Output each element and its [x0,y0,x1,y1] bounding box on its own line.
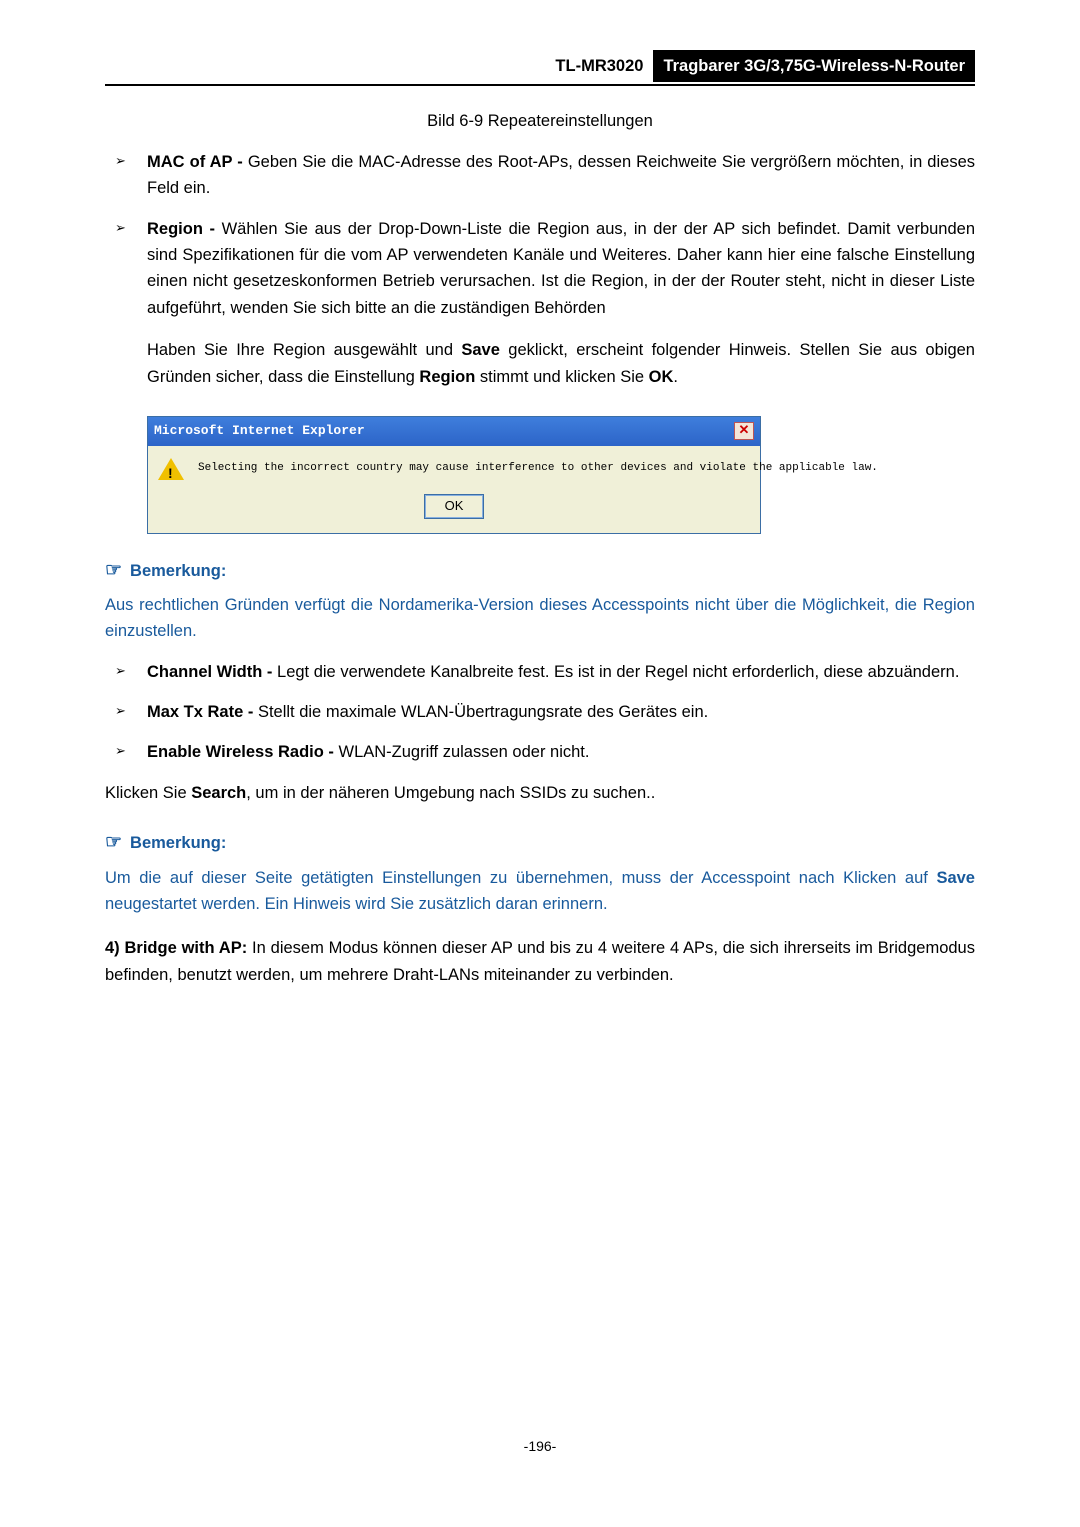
bold-text: Save [461,341,500,359]
bold-text: Save [936,869,975,887]
bold-text: Search [191,784,246,802]
bullet-list-top: MAC of AP - Geben Sie die MAC-Adresse de… [105,149,975,390]
bold-text: Region [419,368,475,386]
dialog-footer: OK [148,486,760,533]
note-heading: ☞ Bemerkung: [105,556,975,586]
header-title: Tragbarer 3G/3,75G-Wireless-N-Router [653,50,975,82]
page-number: -196- [0,1435,1080,1457]
list-item: MAC of AP - Geben Sie die MAC-Adresse de… [105,149,975,202]
hand-icon: ☞ [105,560,122,581]
item-number: 4) [105,939,120,957]
item-text: Legt die verwendete Kanalbreite fest. Es… [277,663,959,681]
item-text: Geben Sie die MAC-Adresse des Root-APs, … [147,153,975,197]
item-text: Wählen Sie aus der Drop-Down-Liste die R… [147,220,975,317]
item-label: Bridge with AP: [120,939,248,957]
item-text: Stellt die maximale WLAN-Übertragungsrat… [258,703,708,721]
item-label: Channel Width - [147,663,277,681]
numbered-item: 4) Bridge with AP: In diesem Modus könne… [105,935,975,988]
list-item: Region - Wählen Sie aus der Drop-Down-Li… [105,216,975,322]
dialog-body: Selecting the incorrect country may caus… [148,446,760,486]
bold-text: OK [649,368,674,386]
text: , um in der näheren Umgebung nach SSIDs … [246,784,655,802]
item-label: Max Tx Rate - [147,703,258,721]
text: Um die auf dieser Seite getätigten Einst… [105,869,936,887]
note-body: Aus rechtlichen Gründen verfügt die Nord… [105,592,975,645]
list-item: Max Tx Rate - Stellt die maximale WLAN-Ü… [105,699,975,725]
dialog-title: Microsoft Internet Explorer [154,421,365,442]
text: neugestartet werden. Ein Hinweis wird Si… [105,895,608,913]
bullet-list-mid: Channel Width - Legt die verwendete Kana… [105,659,975,766]
dialog-message: Selecting the incorrect country may caus… [198,460,878,478]
item-text: WLAN-Zugriff zulassen oder nicht. [339,743,590,761]
list-item: Enable Wireless Radio - WLAN-Zugriff zul… [105,739,975,765]
item-subtext: Haben Sie Ihre Region ausgewählt und Sav… [105,337,975,390]
note-heading: ☞ Bemerkung: [105,828,975,858]
warning-icon [158,458,184,480]
note-label: Bemerkung: [130,834,226,852]
dialog-titlebar: Microsoft Internet Explorer ✕ [148,417,760,446]
page-header: TL-MR3020Tragbarer 3G/3,75G-Wireless-N-R… [105,50,975,86]
close-icon[interactable]: ✕ [734,422,754,440]
note-body: Um die auf dieser Seite getätigten Einst… [105,865,975,918]
text: stimmt und klicken Sie [475,368,648,386]
ok-button[interactable]: OK [424,494,485,519]
figure-caption: Bild 6-9 Repeatereinstellungen [105,108,975,134]
text: Klicken Sie [105,784,191,802]
text: . [673,368,678,386]
header-model: TL-MR3020 [549,51,649,81]
item-label: Region - [147,220,222,238]
paragraph: Klicken Sie Search, um in der näheren Um… [105,780,975,806]
document-page: TL-MR3020Tragbarer 3G/3,75G-Wireless-N-R… [0,0,1080,1527]
ie-dialog: Microsoft Internet Explorer ✕ Selecting … [147,416,761,534]
dialog-screenshot: Microsoft Internet Explorer ✕ Selecting … [147,416,975,534]
item-label: MAC of AP - [147,153,248,171]
note-label: Bemerkung: [130,562,226,580]
item-label: Enable Wireless Radio - [147,743,339,761]
text: Haben Sie Ihre Region ausgewählt und [147,341,461,359]
hand-icon: ☞ [105,832,122,853]
list-item: Channel Width - Legt die verwendete Kana… [105,659,975,685]
